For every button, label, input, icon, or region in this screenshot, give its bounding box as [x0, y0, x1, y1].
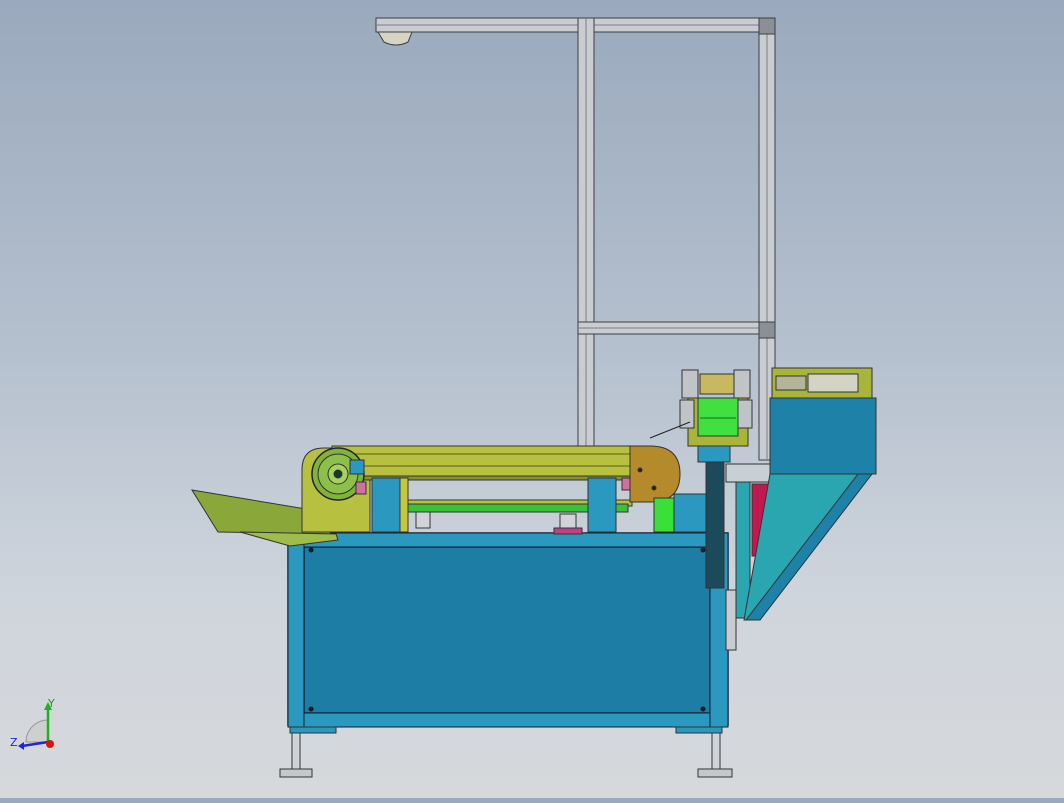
- conveyor-assembly: [301, 445, 681, 535]
- leveling-feet: [279, 726, 733, 778]
- cad-viewport[interactable]: Y Z: [0, 0, 1064, 798]
- coordinate-triad: Y Z: [10, 697, 55, 750]
- main-cabinet: [287, 532, 729, 728]
- y-axis-label: Y: [47, 697, 55, 710]
- machine-drawing: Y Z: [10, 17, 877, 778]
- z-axis-label: Z: [10, 736, 18, 749]
